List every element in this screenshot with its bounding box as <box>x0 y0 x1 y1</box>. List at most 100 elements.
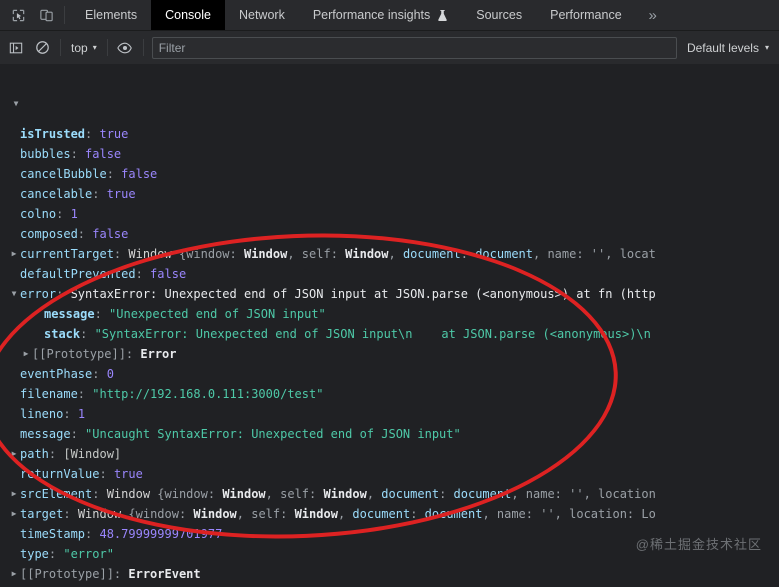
property-separator: : <box>56 207 71 221</box>
property-value: ErrorEvent <box>128 567 201 581</box>
property-row[interactable]: ▶ srcElement: Window {window: Window, sel… <box>0 484 779 504</box>
property-value: false <box>85 147 122 161</box>
property-value: "Uncaught SyntaxError: Unexpected end of… <box>85 427 461 441</box>
property-separator: : <box>56 287 71 301</box>
property-row[interactable]: ▶ [[Prototype]]: Error <box>0 344 779 364</box>
tabbar-overflow-chevron-icon[interactable]: » <box>636 0 670 30</box>
property-name: error <box>20 287 57 301</box>
preview-text: : <box>439 487 454 501</box>
disclosure-triangle-icon[interactable]: ▶ <box>8 504 20 524</box>
property-row: bubbles: false <box>0 144 779 164</box>
property-value[interactable]: Window {window: Window, self: Window, do… <box>128 247 655 261</box>
property-separator: : <box>85 527 100 541</box>
tab-sources[interactable]: Sources <box>462 0 536 30</box>
live-expression-eye-icon[interactable] <box>112 35 139 60</box>
execution-context-selector[interactable]: top ▾ <box>65 37 103 59</box>
disclosure-triangle-icon[interactable]: ▼ <box>8 284 20 304</box>
toolbar-divider-2 <box>106 39 108 56</box>
log-levels-selector[interactable]: Default levels ▾ <box>681 41 777 55</box>
clear-console-icon[interactable] <box>29 35 56 60</box>
property-value[interactable]: SyntaxError: Unexpected end of JSON inpu… <box>71 287 656 301</box>
property-value: "Unexpected end of JSON input" <box>109 307 326 321</box>
disclosure-triangle-icon[interactable]: ▶ <box>8 244 20 264</box>
property-value: 48.79999999701977 <box>99 527 223 541</box>
disclosure-triangle-icon[interactable]: ▶ <box>8 564 20 584</box>
disclosure-triangle-icon[interactable]: ▼ <box>10 94 22 114</box>
devtools-tabbar: Elements Console Network Performance ins… <box>0 0 779 31</box>
property-separator: : <box>113 247 129 261</box>
property-row[interactable]: ▶ path: [Window] <box>0 444 779 464</box>
property-name: [[Prototype]] <box>20 567 114 581</box>
property-name: cancelable <box>20 187 93 201</box>
preview-text: {window: <box>178 247 244 261</box>
property-row[interactable]: ▼ error: SyntaxError: Unexpected end of J… <box>0 284 779 304</box>
property-separator: : <box>92 187 107 201</box>
property-separator: : <box>99 467 114 481</box>
filter-input[interactable] <box>151 36 677 59</box>
property-name: lineno <box>20 407 64 421</box>
property-value: 1 <box>77 407 86 421</box>
property-value[interactable]: Window {window: Window, self: Window, do… <box>78 507 656 521</box>
property-row[interactable]: ▶ [[Prototype]]: ErrorEvent <box>0 564 779 584</box>
preview-value: document <box>453 487 512 501</box>
property-row: cancelable: true <box>0 184 779 204</box>
toolbar-divider-1 <box>60 39 61 56</box>
preview-text: , self: <box>236 507 295 521</box>
preview-text: {window: <box>157 487 223 501</box>
property-name: returnValue <box>20 467 100 481</box>
property-name: message <box>44 307 95 321</box>
device-toolbar-icon[interactable] <box>32 0 60 30</box>
property-row: filename: "http://192.168.0.111:3000/tes… <box>0 384 779 404</box>
property-row: stack: "SyntaxError: Unexpected end of J… <box>0 324 779 344</box>
property-name: filename <box>20 387 78 401</box>
error-event-group-title[interactable]: ▼ ErrorEvent {isTrusted: true, message: … <box>0 84 779 124</box>
preview-value: Window <box>222 487 266 501</box>
disclosure-triangle-icon[interactable]: ▶ <box>20 344 32 364</box>
devtools-panel: Elements Console Network Performance ins… <box>0 0 779 587</box>
property-separator: : <box>77 387 93 401</box>
experiment-flask-icon <box>437 9 448 22</box>
console-message-list[interactable]: 捕获到异常： ▼ ErrorEvent {isTrusted: true, me… <box>0 64 779 587</box>
preview-text: : <box>460 247 476 261</box>
tab-performance[interactable]: Performance <box>536 0 636 30</box>
property-value[interactable]: Window {window: Window, self: Window, do… <box>107 487 656 501</box>
disclosure-triangle-icon[interactable]: ▶ <box>8 444 20 464</box>
tab-performance-insights[interactable]: Performance insights <box>299 0 462 30</box>
property-name: type <box>20 547 49 561</box>
property-name: defaultPrevented <box>20 267 136 281</box>
property-row: cancelBubble: false <box>0 164 779 184</box>
chevron-down-icon: ▾ <box>764 42 769 52</box>
property-row[interactable]: ▶ currentTarget: Window {window: Window, … <box>0 244 779 264</box>
disclosure-triangle-icon[interactable]: ▶ <box>8 484 20 504</box>
console-log-header: 捕获到异常： <box>0 64 779 84</box>
preview-value: Window <box>323 487 367 501</box>
property-row: isTrusted: true <box>0 124 779 144</box>
property-separator: : <box>135 267 151 281</box>
preview-text: , <box>388 247 403 261</box>
property-value: false <box>92 227 129 241</box>
property-row: lineno: 1 <box>0 404 779 424</box>
property-value: false <box>121 167 158 181</box>
tab-elements[interactable]: Elements <box>71 0 151 30</box>
tabbar-divider <box>64 6 65 24</box>
property-separator: : <box>70 427 86 441</box>
preview-value: Window <box>243 247 288 261</box>
property-name: message <box>20 427 71 441</box>
property-row: message: "Uncaught SyntaxError: Unexpect… <box>0 424 779 444</box>
property-separator: : <box>125 347 141 361</box>
property-value: 0 <box>106 367 114 381</box>
property-separator: : <box>85 127 100 141</box>
tab-console[interactable]: Console <box>151 0 225 30</box>
property-separator: : <box>63 407 78 421</box>
property-row: colno: 1 <box>0 204 779 224</box>
property-name: colno <box>20 207 57 221</box>
window-class-name: Window <box>77 507 129 521</box>
property-value: "http://192.168.0.111:3000/test" <box>92 387 324 401</box>
console-sidebar-toggle-icon[interactable] <box>2 35 29 60</box>
tab-network[interactable]: Network <box>225 0 299 30</box>
property-row[interactable]: ▶ target: Window {window: Window, self: W… <box>0 504 779 524</box>
execution-context-label: top <box>71 40 88 55</box>
property-name: path <box>20 447 49 461</box>
property-separator: : <box>70 147 86 161</box>
inspect-element-icon[interactable] <box>4 0 32 30</box>
